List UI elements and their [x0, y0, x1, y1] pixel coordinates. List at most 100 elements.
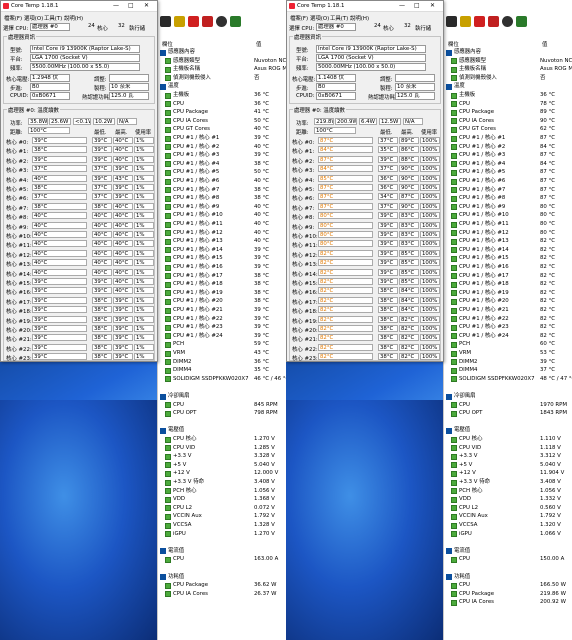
- sensor-row[interactable]: +3.3 V 待命 3.408 V: [158, 478, 286, 487]
- sensor-section[interactable]: 感應器內容: [444, 48, 572, 57]
- chip-icon[interactable]: [460, 16, 471, 27]
- sensor-row[interactable]: 主機板名稱 Asus ROG M...: [444, 65, 572, 74]
- sensor-row[interactable]: VRM 43 °C: [158, 349, 286, 358]
- processor-select[interactable]: 處理器 #0: [316, 23, 356, 31]
- sensor-row[interactable]: +12 V 11.904 V: [444, 469, 572, 478]
- sensor-row[interactable]: CPU #1 / 核心 #24 39 °C: [158, 332, 286, 341]
- sensor-row[interactable]: CPU #1 / 核心 #14 82 °C: [444, 246, 572, 255]
- sensor-row[interactable]: CPU #1 / 核心 #19 38 °C: [158, 289, 286, 298]
- sensor-row[interactable]: CPU #1 / 核心 #11 40 °C: [158, 220, 286, 229]
- sensor-row[interactable]: CPU 150.00 A: [444, 555, 572, 564]
- sensor-section[interactable]: 電流值: [158, 547, 286, 556]
- sensor-row[interactable]: CPU IA Cores 200.92 W: [444, 598, 572, 607]
- sensor-row[interactable]: CPU 1970 RPM: [444, 401, 572, 410]
- sensor-section[interactable]: 溫度: [158, 82, 286, 91]
- processor-select[interactable]: 處理器 #0: [30, 23, 70, 31]
- maximize-button[interactable]: □: [128, 2, 134, 9]
- sensor-section[interactable]: 功耗值: [158, 573, 286, 582]
- close-icon[interactable]: [216, 16, 227, 27]
- sensor-row[interactable]: CPU #1 / 核心 #22 82 °C: [444, 315, 572, 324]
- sensor-section[interactable]: 冷卻風扇: [444, 392, 572, 401]
- sensor-row[interactable]: CPU 166.50 W: [444, 581, 572, 590]
- sensor-row[interactable]: CPU 845 RPM: [158, 401, 286, 410]
- sensor-row[interactable]: CPU #1 / 核心 #14 39 °C: [158, 246, 286, 255]
- sensor-row[interactable]: CPU #1 / 核心 #22 39 °C: [158, 315, 286, 324]
- monitor-icon[interactable]: [446, 16, 457, 27]
- sensor-row[interactable]: CPU 78 °C: [444, 100, 572, 109]
- sensor-row[interactable]: CPU Package 219.86 W: [444, 590, 572, 599]
- sensor-row[interactable]: CPU 核心 1.270 V: [158, 435, 286, 444]
- report-icon[interactable]: [202, 16, 213, 27]
- sensor-row[interactable]: CPU #1 / 核心 #12 40 °C: [158, 229, 286, 238]
- sensor-row[interactable]: VCCSA 1.320 V: [444, 521, 572, 530]
- sensor-row[interactable]: CPU OPT 798 RPM: [158, 409, 286, 418]
- sensor-row[interactable]: CPU #1 / 核心 #18 82 °C: [444, 280, 572, 289]
- sensor-row[interactable]: DIMM2 39 °C: [444, 358, 572, 367]
- value-column-header[interactable]: 值: [256, 40, 261, 48]
- sensor-section[interactable]: 電壓值: [158, 426, 286, 435]
- sensor-row[interactable]: CPU Package 41 °C: [158, 108, 286, 117]
- sensor-section[interactable]: 冷卻風扇: [158, 392, 286, 401]
- sensor-row[interactable]: CPU #1 / 核心 #23 39 °C: [158, 323, 286, 332]
- sensor-row[interactable]: CPU #1 / 核心 #13 40 °C: [158, 237, 286, 246]
- report-icon[interactable]: [488, 16, 499, 27]
- field-column-header[interactable]: 欄位: [162, 40, 173, 48]
- sensor-row[interactable]: PCH 59 °C: [158, 340, 286, 349]
- sensor-row[interactable]: PCH 60 °C: [444, 340, 572, 349]
- minimize-button[interactable]: —: [113, 2, 119, 9]
- sensor-row[interactable]: CPU OPT 1843 RPM: [444, 409, 572, 418]
- sensor-row[interactable]: CPU #1 / 核心 #5 87 °C: [444, 168, 572, 177]
- sensor-row[interactable]: DIMM4 37 °C: [444, 366, 572, 375]
- minimize-button[interactable]: —: [399, 2, 405, 9]
- close-icon[interactable]: [502, 16, 513, 27]
- sensor-row[interactable]: CPU #1 / 核心 #16 82 °C: [444, 263, 572, 272]
- sensor-row[interactable]: PCH 核心 1.056 V: [444, 487, 572, 496]
- sensor-row[interactable]: CPU IA Cores 90 °C: [444, 117, 572, 126]
- sensor-row[interactable]: CPU #1 / 核心 #12 80 °C: [444, 229, 572, 238]
- sensor-row[interactable]: CPU GT Cores 62 °C: [444, 125, 572, 134]
- sensor-row[interactable]: CPU #1 / 核心 #3 39 °C: [158, 151, 286, 160]
- chip-icon[interactable]: [174, 16, 185, 27]
- field-column-header[interactable]: 欄位: [448, 40, 459, 48]
- sensor-section[interactable]: 溫度: [444, 82, 572, 91]
- sensor-row[interactable]: CPU #1 / 核心 #15 39 °C: [158, 254, 286, 263]
- sensor-row[interactable]: CPU L2 0.560 V: [444, 504, 572, 513]
- sensor-row[interactable]: CPU #1 / 核心 #8 87 °C: [444, 194, 572, 203]
- sensor-row[interactable]: CPU #1 / 核心 #17 38 °C: [158, 272, 286, 281]
- sensor-row[interactable]: CPU #1 / 核心 #16 39 °C: [158, 263, 286, 272]
- sensor-row[interactable]: VCCSA 1.328 V: [158, 521, 286, 530]
- sensor-row[interactable]: VDD 1.332 V: [444, 495, 572, 504]
- sensor-row[interactable]: +3.3 V 3.328 V: [158, 452, 286, 461]
- sensor-row[interactable]: +3.3 V 3.312 V: [444, 452, 572, 461]
- sensor-row[interactable]: CPU L2 0.072 V: [158, 504, 286, 513]
- sensor-row[interactable]: +12 V 12.000 V: [158, 469, 286, 478]
- sensor-row[interactable]: CPU #1 / 核心 #20 38 °C: [158, 297, 286, 306]
- sensor-row[interactable]: iGPU 1.270 V: [158, 530, 286, 539]
- sensor-row[interactable]: CPU #1 / 核心 #17 82 °C: [444, 272, 572, 281]
- sensor-row[interactable]: CPU #1 / 核心 #19 82 °C: [444, 289, 572, 298]
- sensor-row[interactable]: CPU #1 / 核心 #4 38 °C: [158, 160, 286, 169]
- sensor-row[interactable]: CPU #1 / 核心 #7 87 °C: [444, 186, 572, 195]
- sensor-row[interactable]: SOLIDIGM SSDPFKKW020X7 48 °C / 47 °C: [444, 375, 572, 384]
- sensor-row[interactable]: 感應器類型 Nuvoton NC: [444, 57, 572, 66]
- clock-icon[interactable]: [230, 16, 241, 27]
- sensor-row[interactable]: PCH 核心 1.056 V: [158, 487, 286, 496]
- sensor-row[interactable]: CPU 163.00 A: [158, 555, 286, 564]
- sensor-row[interactable]: CPU VID 1.285 V: [158, 444, 286, 453]
- sensor-row[interactable]: 偵測到機殼侵入 否: [444, 74, 572, 83]
- sensor-row[interactable]: CPU #1 / 核心 #2 84 °C: [444, 143, 572, 152]
- sensor-row[interactable]: CPU GT Cores 40 °C: [158, 125, 286, 134]
- sensor-row[interactable]: CPU #1 / 核心 #21 39 °C: [158, 306, 286, 315]
- sensor-row[interactable]: CPU #1 / 核心 #2 40 °C: [158, 143, 286, 152]
- sensor-row[interactable]: CPU #1 / 核心 #1 87 °C: [444, 134, 572, 143]
- sensor-row[interactable]: +3.3 V 待命 3.408 V: [444, 478, 572, 487]
- sensor-row[interactable]: CPU #1 / 核心 #11 80 °C: [444, 220, 572, 229]
- sensor-row[interactable]: CPU 核心 1.110 V: [444, 435, 572, 444]
- clock-icon[interactable]: [516, 16, 527, 27]
- close-button[interactable]: ✕: [430, 2, 435, 9]
- sensor-row[interactable]: 主機板名稱 Asus ROG M...: [158, 65, 286, 74]
- sensor-row[interactable]: CPU #1 / 核心 #15 82 °C: [444, 254, 572, 263]
- sensor-row[interactable]: CPU #1 / 核心 #6 40 °C: [158, 177, 286, 186]
- sensor-row[interactable]: CPU #1 / 核心 #20 82 °C: [444, 297, 572, 306]
- sensor-row[interactable]: DIMM4 35 °C: [158, 366, 286, 375]
